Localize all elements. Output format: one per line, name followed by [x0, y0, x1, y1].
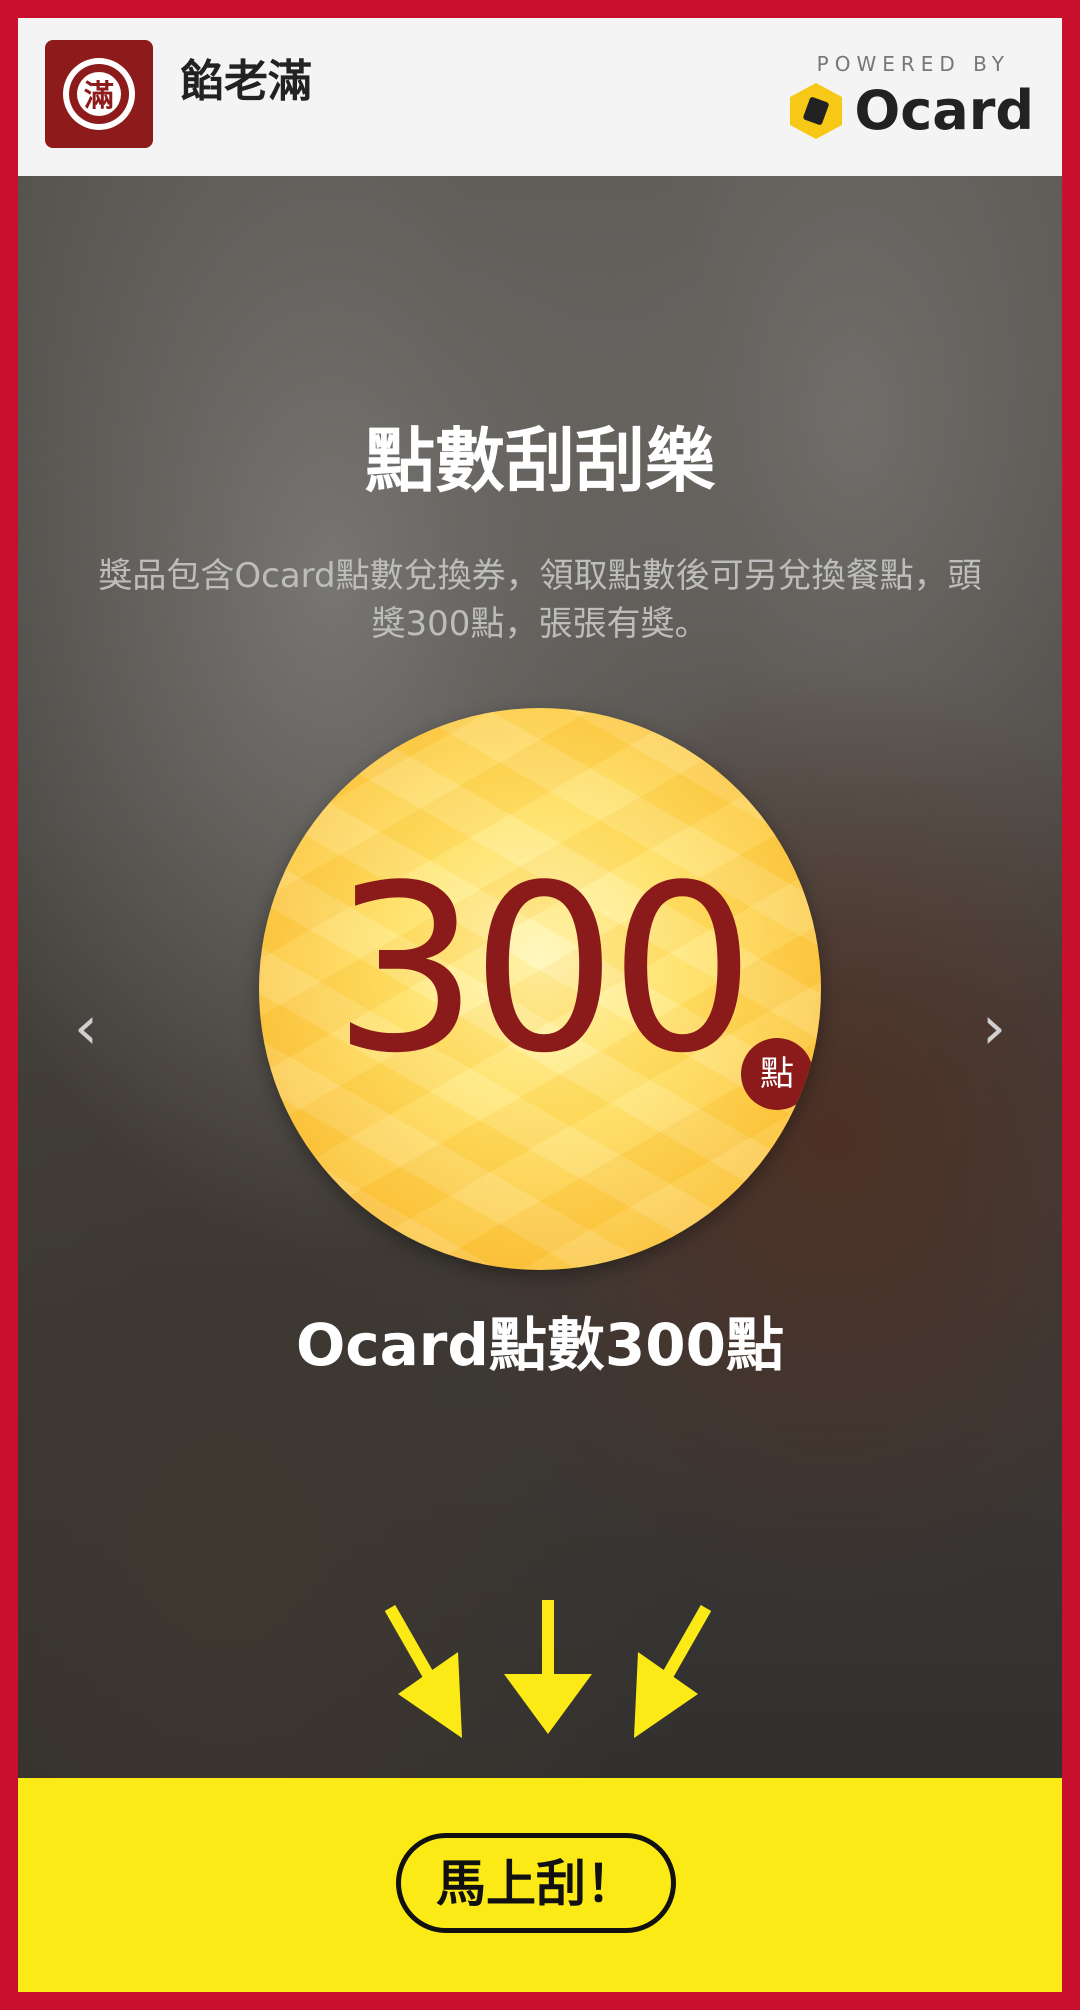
brand-logo-icon: 滿 — [63, 58, 135, 130]
ocard-logo-icon — [790, 83, 843, 139]
page-title: 點數刮刮樂 — [365, 420, 715, 502]
brand-name: 餡老滿 — [180, 56, 312, 107]
chevron-right-icon[interactable]: › — [974, 998, 1014, 1058]
brand-logo: 滿 — [45, 40, 153, 148]
chevron-left-icon[interactable]: ‹ — [66, 998, 106, 1058]
prize-coin: 300 點 — [259, 708, 821, 1270]
scratch-now-button[interactable]: 馬上刮！ — [396, 1833, 676, 1933]
page-description: 獎品包含Ocard點數兌換券，領取點數後可另兌換餐點，頭獎300點，張張有獎。 — [98, 556, 982, 644]
app-frame: 滿 餡老滿 POWERED BY Ocard 點數刮刮樂 獎品包含Ocard點數… — [18, 18, 1062, 1992]
coin-value: 300 — [332, 837, 756, 1104]
ocard-logo-text: Ocard — [854, 79, 1034, 142]
header: 滿 餡老滿 POWERED BY Ocard — [18, 18, 1062, 176]
logo-glyph: 滿 — [84, 79, 114, 114]
cta-bar: 馬上刮！ — [18, 1778, 1062, 1992]
ocard-logo[interactable]: Ocard — [788, 78, 1034, 144]
hero-section: 點數刮刮樂 獎品包含Ocard點數兌換券，領取點數後可另兌換餐點，頭獎300點，… — [18, 176, 1062, 1778]
arrow-down-icon — [384, 1600, 712, 1738]
prize-name: Ocard點數300點 — [295, 1311, 785, 1379]
coin-unit-badge: 點 — [741, 1038, 813, 1110]
powered-by-label: POWERED BY — [816, 52, 1010, 76]
